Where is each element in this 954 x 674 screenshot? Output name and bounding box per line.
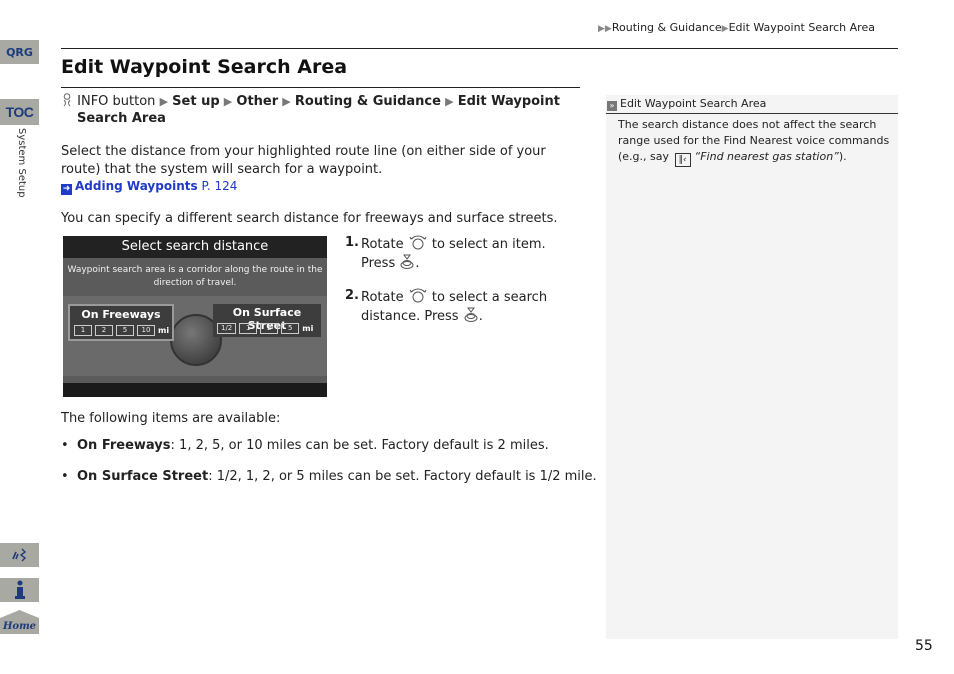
freeway-option: 2: [95, 325, 113, 336]
rotate-dial-icon: [409, 288, 427, 303]
surface-option: 1: [239, 323, 258, 334]
steps-list: 1. Rotate to select an item. Press . 2. …: [345, 234, 555, 340]
screen-surface-panel: On Surface Street 1/2 1 2 5 mi: [213, 304, 321, 337]
talk-button-icon: ∥‹: [674, 153, 691, 167]
surface-option: 5: [281, 323, 300, 334]
surface-option: 1/2: [217, 323, 237, 334]
step-item: 1. Rotate to select an item. Press .: [345, 234, 555, 273]
press-dial-icon: [400, 254, 414, 269]
menu-step-routing: Routing & Guidance: [294, 94, 441, 109]
surface-option: 2: [260, 323, 279, 334]
items-list: • On Freeways: 1, 2, 5, or 10 miles can …: [61, 438, 597, 486]
freeway-option: 1: [74, 325, 92, 336]
intro-paragraph: Select the distance from your highlighte…: [61, 144, 546, 177]
available-items-intro: The following items are available:: [61, 411, 281, 426]
menu-step-edit-waypoint: Edit Waypoint: [457, 94, 560, 109]
xref-label: Adding Waypoints: [75, 179, 198, 193]
home-label: Home: [2, 621, 36, 632]
note-header: » Edit Waypoint Search Area: [606, 95, 898, 114]
surface-unit: mi: [302, 324, 314, 333]
voice-command-icon: [11, 548, 26, 562]
page-title: Edit Waypoint Search Area: [61, 56, 348, 78]
item-term: On Surface Street: [77, 469, 209, 484]
home-icon: Home: [0, 610, 39, 634]
menu-path-start: INFO button: [77, 94, 156, 109]
screen-title: Select search distance: [63, 236, 327, 258]
breadcrumb: ▶▶Routing & Guidance▶Edit Waypoint Searc…: [598, 21, 875, 34]
section-label: System Setup: [16, 128, 27, 198]
freeway-unit: mi: [158, 326, 170, 335]
note-body: The search distance does not affect the …: [618, 118, 890, 167]
home-tab[interactable]: Home: [0, 610, 39, 634]
breadcrumb-arrows: ▶▶: [598, 24, 612, 34]
step-number: 2.: [345, 288, 359, 303]
menu-step-setup: Set up: [172, 94, 220, 109]
info-icon: [14, 580, 25, 599]
note-title: Edit Waypoint Search Area: [620, 97, 767, 110]
header-rule: [61, 48, 898, 49]
list-item: • On Surface Street: 1/2, 1, 2, or 5 mil…: [61, 469, 597, 486]
nav-screen-image: Select search distance Waypoint search a…: [63, 236, 327, 397]
menu-step-continuation: Search Area: [77, 111, 166, 126]
screen-freeways-panel: On Freeways 1 2 5 10 mi: [68, 304, 174, 341]
rotate-dial-icon: [409, 235, 427, 250]
bullet-icon: •: [61, 469, 69, 484]
cross-reference-link[interactable]: ➜ Adding Waypoints P. 124: [61, 179, 237, 195]
side-note: » Edit Waypoint Search Area The search di…: [606, 95, 898, 639]
page-number: 55: [915, 638, 933, 654]
note-chevron-icon: »: [607, 101, 617, 111]
voice-command-quote: “Find nearest gas station”: [694, 150, 839, 163]
screen-bottom-bar: [63, 383, 327, 397]
breadcrumb-item-routing[interactable]: Routing & Guidance: [612, 21, 722, 34]
xref-page: P. 124: [201, 179, 238, 193]
info-tab[interactable]: [0, 578, 39, 602]
breadcrumb-separator: ▶: [721, 24, 729, 34]
press-dial-icon: [464, 307, 478, 322]
screen-description: Waypoint search area is a corridor along…: [67, 265, 323, 288]
step-item: 2. Rotate to select a search distance. P…: [345, 287, 555, 326]
xref-arrow-icon: ➜: [61, 184, 72, 195]
item-desc: : 1, 2, 5, or 10 miles can be set. Facto…: [170, 438, 549, 453]
title-rule: [61, 87, 580, 88]
info-button-icon: [63, 93, 71, 107]
toc-tab[interactable]: TOC: [0, 99, 39, 125]
step-text: Rotate to select a search distance. Pres…: [361, 287, 547, 326]
specify-paragraph: You can specify a different search dista…: [61, 211, 558, 226]
menu-path: INFO button ▶ Set up ▶ Other ▶ Routing &…: [61, 93, 581, 127]
freeway-option: 5: [116, 325, 134, 336]
qrg-tab[interactable]: QRG: [0, 40, 39, 64]
voice-command-tab[interactable]: [0, 543, 39, 567]
freeway-option: 10: [137, 325, 155, 336]
item-term: On Freeways: [77, 438, 171, 453]
bullet-icon: •: [61, 438, 69, 453]
item-desc: : 1/2, 1, 2, or 5 miles can be set. Fact…: [208, 469, 597, 484]
screen-freeways-label: On Freeways: [81, 308, 161, 321]
breadcrumb-item-current: Edit Waypoint Search Area: [728, 21, 875, 34]
qrg-label: QRG: [6, 45, 33, 59]
menu-step-other: Other: [236, 94, 279, 109]
toc-label: TOC: [5, 104, 34, 120]
step-number: 1.: [345, 235, 359, 250]
list-item: • On Freeways: 1, 2, 5, or 10 miles can …: [61, 438, 597, 455]
step-text: Rotate to select an item. Press .: [361, 234, 546, 273]
